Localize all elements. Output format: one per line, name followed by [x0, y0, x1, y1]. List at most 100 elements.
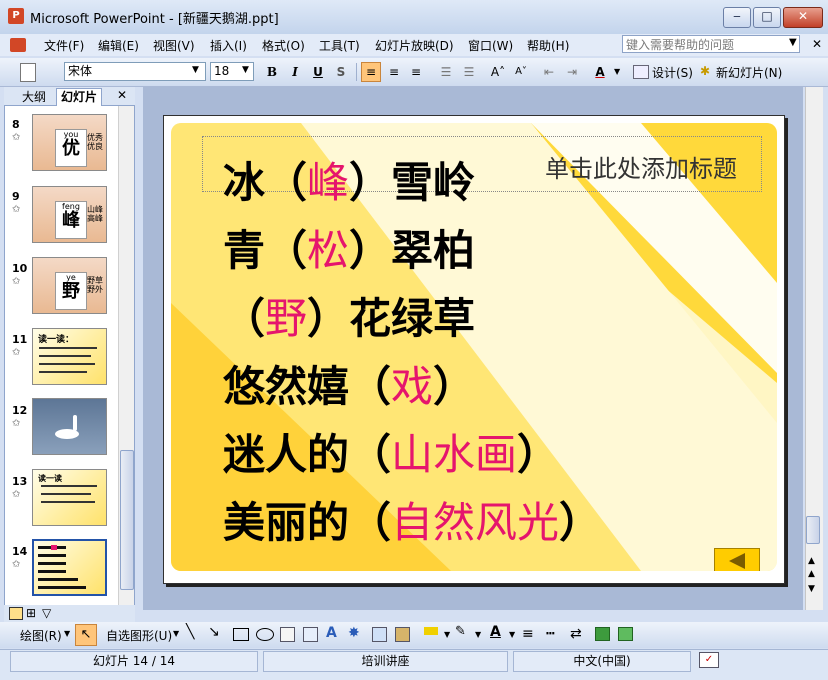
menu-format[interactable]: 格式(O)	[262, 37, 305, 54]
align-center-icon[interactable]: ≡	[385, 63, 403, 81]
menu-help[interactable]: 帮助(H)	[527, 37, 569, 54]
font-name-dropdown-icon[interactable]: ▼	[192, 65, 199, 75]
dash-style-icon[interactable]: ┅	[546, 626, 554, 642]
slide-sorter-view-icon[interactable]: ⊞	[26, 606, 36, 620]
clipart-icon[interactable]	[372, 627, 387, 642]
line-tool-icon[interactable]: ╲	[186, 624, 194, 640]
3d-style-icon[interactable]	[618, 627, 633, 641]
fill-color-icon[interactable]	[424, 627, 438, 635]
shadow-style-icon[interactable]	[595, 627, 610, 641]
tab-outline[interactable]: 大纲	[18, 89, 50, 106]
line-prefix: 悠然嬉（	[223, 362, 392, 411]
draw-font-color-icon[interactable]: A	[490, 624, 501, 640]
font-size-dropdown-icon[interactable]: ▼	[242, 65, 249, 75]
menu-tools[interactable]: 工具(T)	[319, 37, 360, 54]
slide-line-5: 迷人的（山水画）	[223, 421, 559, 482]
vertical-textbox-icon[interactable]	[303, 627, 318, 642]
bold-button[interactable]: B	[264, 63, 280, 81]
menu-slideshow[interactable]: 幻灯片放映(D)	[375, 37, 454, 54]
slide-thumbnail-11[interactable]: 读一读：	[32, 328, 107, 385]
previous-slide-button[interactable]	[714, 548, 760, 571]
diagram-icon[interactable]: ✸	[348, 625, 360, 641]
close-panel-icon[interactable]: ✕	[117, 88, 127, 102]
decrease-font-icon[interactable]: A˅	[513, 63, 529, 81]
increase-indent-icon[interactable]: ⇥	[564, 63, 580, 81]
picture-icon[interactable]	[395, 627, 410, 642]
slide-thumbnail-12[interactable]	[32, 398, 107, 455]
toolbar-divider	[356, 63, 357, 81]
numbered-list-icon[interactable]: ☰	[437, 63, 455, 81]
slide-thumbnail-9[interactable]: feng 峰 山峰 高峰	[32, 186, 107, 243]
rectangle-tool-icon[interactable]	[233, 628, 249, 641]
thumb-character: 优	[62, 138, 80, 159]
thumb-answer-mark	[51, 545, 57, 550]
maximize-button[interactable]: □	[753, 7, 781, 28]
line-color-dropdown-icon[interactable]: ▼	[475, 630, 481, 639]
underline-button[interactable]: U	[310, 63, 326, 81]
view-buttons	[4, 605, 135, 623]
slide-thumbnail-8[interactable]: you 优 优秀 优良	[32, 114, 107, 171]
bulleted-list-icon[interactable]: ☰	[460, 63, 478, 81]
menu-file[interactable]: 文件(F)	[44, 37, 84, 54]
previous-slide-icon[interactable]: ▲	[808, 569, 815, 579]
fill-color-dropdown-icon[interactable]: ▼	[444, 630, 450, 639]
textbox-tool-icon[interactable]	[280, 627, 295, 642]
draw-menu-dropdown-icon[interactable]: ▼	[64, 629, 70, 638]
slide-thumbnail-14[interactable]	[31, 538, 108, 597]
menu-insert[interactable]: 插入(I)	[210, 37, 247, 54]
document-icon[interactable]	[10, 38, 26, 52]
menu-view[interactable]: 视图(V)	[153, 37, 195, 54]
arrow-tool-icon[interactable]: ↘	[208, 624, 220, 640]
design-template-name[interactable]: 培训讲座	[263, 651, 508, 672]
line-style-icon[interactable]: ≡	[522, 626, 534, 642]
increase-font-icon[interactable]: A˄	[490, 63, 506, 81]
slide-number: 10	[12, 262, 28, 275]
thumb-text-line	[38, 554, 66, 557]
draw-font-color-dropdown-icon[interactable]: ▼	[509, 630, 515, 639]
wordart-icon[interactable]: A	[326, 625, 337, 641]
next-slide-icon[interactable]: ▼	[808, 584, 815, 594]
window-title: Microsoft PowerPoint - [新疆天鹅湖.ppt]	[30, 12, 279, 27]
slide-thumbnail-10[interactable]: ye 野 野草 野外	[32, 257, 107, 314]
panel-scroll-thumb[interactable]	[120, 450, 134, 590]
new-slide-icon[interactable]: ✱	[700, 64, 710, 78]
design-icon[interactable]	[633, 65, 649, 79]
autoshapes-dropdown-icon[interactable]: ▼	[173, 629, 179, 638]
slide-transition-icon: ✩	[12, 276, 21, 287]
align-left-icon[interactable]: ≡	[361, 62, 381, 82]
slideshow-view-icon[interactable]: ▽	[42, 606, 51, 620]
menu-edit[interactable]: 编辑(E)	[98, 37, 139, 54]
panel-scrollbar[interactable]	[118, 106, 134, 606]
tab-slides[interactable]: 幻灯片	[56, 88, 103, 106]
new-document-icon[interactable]	[20, 63, 36, 82]
spellcheck-icon[interactable]: ✓	[699, 652, 719, 668]
powerpoint-app-icon[interactable]: P	[8, 8, 24, 24]
help-dropdown-icon[interactable]: ▼	[789, 37, 797, 48]
decrease-indent-icon[interactable]: ⇤	[541, 63, 557, 81]
font-color-dropdown-icon[interactable]: ▼	[614, 67, 620, 76]
close-button[interactable]: ✕	[783, 7, 823, 28]
autoshapes-button[interactable]: 自选图形(U)	[106, 627, 172, 644]
slide-thumbnail-13[interactable]: 读一读	[32, 469, 107, 526]
font-color-icon[interactable]: A	[592, 63, 608, 81]
current-slide[interactable]: 单击此处添加标题 冰（峰）雪岭 青（松）翠柏 （野）花绿草 悠然嬉（戏） 迷人的…	[163, 115, 785, 584]
oval-tool-icon[interactable]	[256, 628, 274, 641]
line-color-icon[interactable]: ✎	[455, 624, 466, 639]
slide-scroll-thumb[interactable]	[806, 516, 820, 544]
close-document-icon[interactable]: ✕	[812, 37, 822, 51]
arrow-style-icon[interactable]: ⇄	[570, 626, 582, 642]
font-name-select[interactable]: 宋体	[64, 62, 206, 81]
line-suffix: ）花绿草	[307, 294, 476, 343]
align-right-icon[interactable]: ≡	[407, 63, 425, 81]
scroll-up-icon[interactable]: ▲	[808, 556, 815, 566]
design-button[interactable]: 设计(S)	[652, 64, 693, 81]
normal-view-icon[interactable]	[9, 607, 23, 620]
new-slide-button[interactable]: 新幻灯片(N)	[716, 64, 782, 81]
minimize-button[interactable]: ‒	[723, 7, 751, 28]
italic-button[interactable]: I	[287, 63, 303, 81]
help-search-input[interactable]: 键入需要帮助的问题	[622, 35, 800, 53]
draw-menu-button[interactable]: 绘图(R)	[20, 627, 62, 644]
shadow-button[interactable]: S	[333, 63, 349, 81]
menu-window[interactable]: 窗口(W)	[468, 37, 513, 54]
select-pointer-icon[interactable]: ↖	[75, 624, 97, 646]
